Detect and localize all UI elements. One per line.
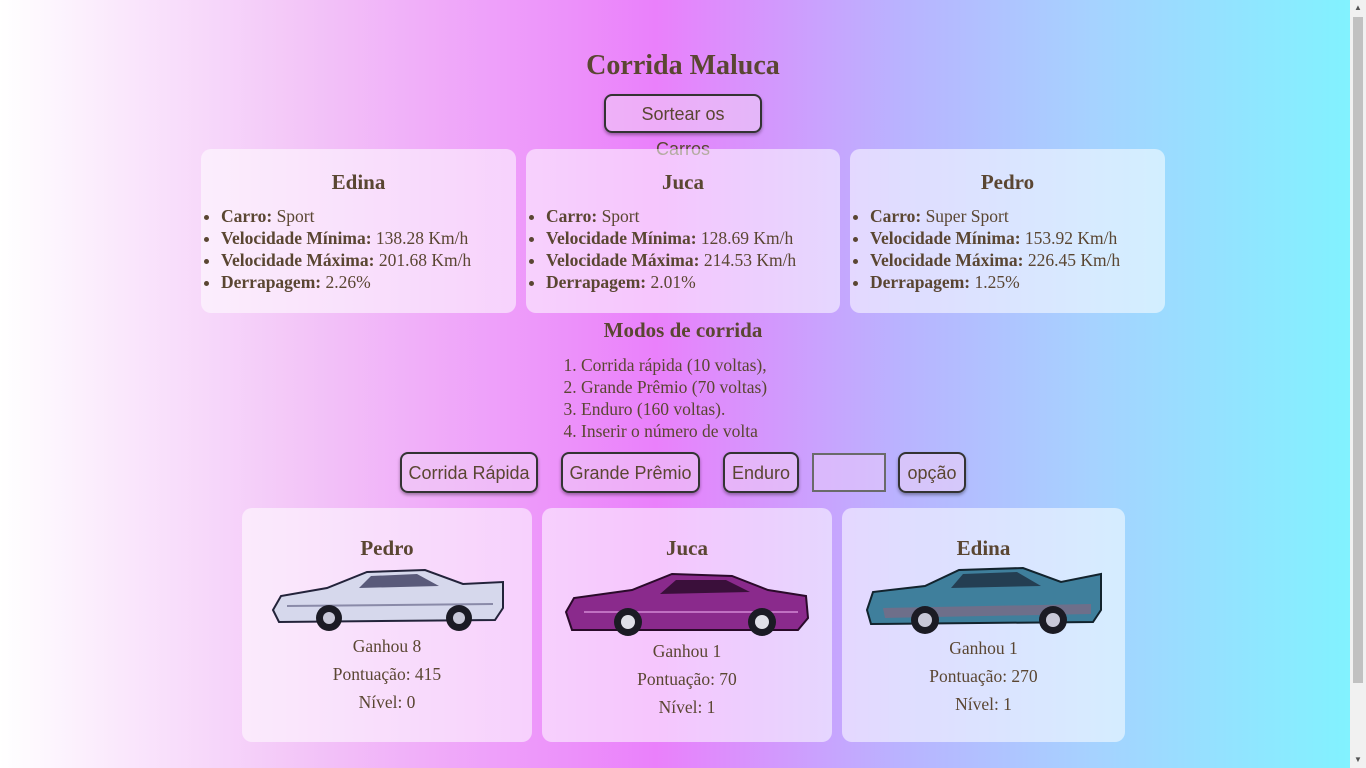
result-card-edina: Edina Ganhou 1 Pontuação: 270 Nível: 1 [842, 508, 1125, 742]
scroll-down-arrow-icon[interactable]: ▼ [1350, 752, 1366, 768]
laps-input[interactable] [812, 453, 886, 492]
driver-drift: Derrapagem: 1.25% [870, 271, 1120, 293]
result-card-juca: Juca Ganhou 1 Pontuação: 70 Nível: 1 [542, 508, 832, 742]
race-mode-item: Corrida rápida (10 voltas), [581, 354, 767, 376]
result-wins: Ganhou 8 [352, 636, 422, 656]
race-mode-item: Enduro (160 voltas). [581, 398, 767, 420]
driver-name: Juca [662, 170, 704, 194]
vertical-scrollbar[interactable]: ▲ ▼ [1350, 0, 1366, 768]
quick-race-button[interactable]: Corrida Rápida [400, 452, 538, 493]
driver-min-speed: Velocidade Mínima: 153.92 Km/h [870, 227, 1120, 249]
result-wins: Ganhou 1 [949, 638, 1018, 658]
result-name: Edina [956, 536, 1011, 560]
race-mode-item: Inserir o número de volta [581, 420, 767, 442]
driver-stats: Carro: Sport Velocidade Mínima: 128.69 K… [526, 205, 796, 293]
scroll-up-arrow-icon[interactable]: ▲ [1350, 0, 1366, 16]
driver-card-juca: Juca Carro: Sport Velocidade Mínima: 128… [526, 149, 840, 313]
result-card-pedro: Pedro Ganhou 8 Pontuação: 415 Nível: 0 [242, 508, 532, 742]
result-level: Nível: 1 [658, 697, 716, 717]
driver-max-speed: Velocidade Máxima: 226.45 Km/h [870, 249, 1120, 271]
driver-stats: Carro: Sport Velocidade Mínima: 138.28 K… [201, 205, 471, 293]
driver-card-pedro: Pedro Carro: Super Sport Velocidade Míni… [850, 149, 1165, 313]
car-image [865, 566, 1102, 634]
result-name: Juca [666, 536, 708, 560]
driver-card-edina: Edina Carro: Sport Velocidade Mínima: 13… [201, 149, 516, 313]
page-title: Corrida Maluca [586, 50, 780, 81]
driver-max-speed: Velocidade Máxima: 201.68 Km/h [221, 249, 471, 271]
result-level: Nível: 0 [358, 692, 416, 712]
driver-car: Carro: Sport [546, 205, 796, 227]
driver-min-speed: Velocidade Mínima: 138.28 Km/h [221, 227, 471, 249]
driver-drift: Derrapagem: 2.01% [546, 271, 796, 293]
result-score: Pontuação: 415 [332, 664, 442, 684]
scrollbar-thumb[interactable] [1353, 17, 1363, 683]
driver-name: Pedro [980, 170, 1035, 194]
enduro-button[interactable]: Enduro [723, 452, 799, 493]
result-level: Nível: 1 [955, 694, 1012, 714]
driver-min-speed: Velocidade Mínima: 128.69 Km/h [546, 227, 796, 249]
result-name: Pedro [360, 536, 414, 560]
driver-stats: Carro: Super Sport Velocidade Mínima: 15… [850, 205, 1120, 293]
race-mode-item: Grande Prêmio (70 voltas) [581, 376, 767, 398]
car-image [271, 568, 504, 631]
result-wins: Ganhou 1 [652, 641, 722, 661]
driver-drift: Derrapagem: 2.26% [221, 271, 471, 293]
car-image [564, 572, 810, 636]
result-score: Pontuação: 70 [637, 669, 737, 689]
draw-cars-button[interactable]: Sortear os Carros [604, 94, 762, 159]
result-score: Pontuação: 270 [929, 666, 1038, 686]
driver-name: Edina [331, 170, 386, 194]
grand-prix-button[interactable]: Grande Prêmio [561, 452, 700, 493]
race-modes-list: Corrida rápida (10 voltas), Grande Prêmi… [562, 354, 767, 442]
page: Corrida Maluca Sortear os Carros Edina C… [0, 0, 1350, 768]
driver-car: Carro: Super Sport [870, 205, 1120, 227]
race-modes-title: Modos de corrida [603, 318, 763, 342]
driver-max-speed: Velocidade Máxima: 214.53 Km/h [546, 249, 796, 271]
option-button[interactable]: opção [898, 452, 966, 493]
driver-car: Carro: Sport [221, 205, 471, 227]
